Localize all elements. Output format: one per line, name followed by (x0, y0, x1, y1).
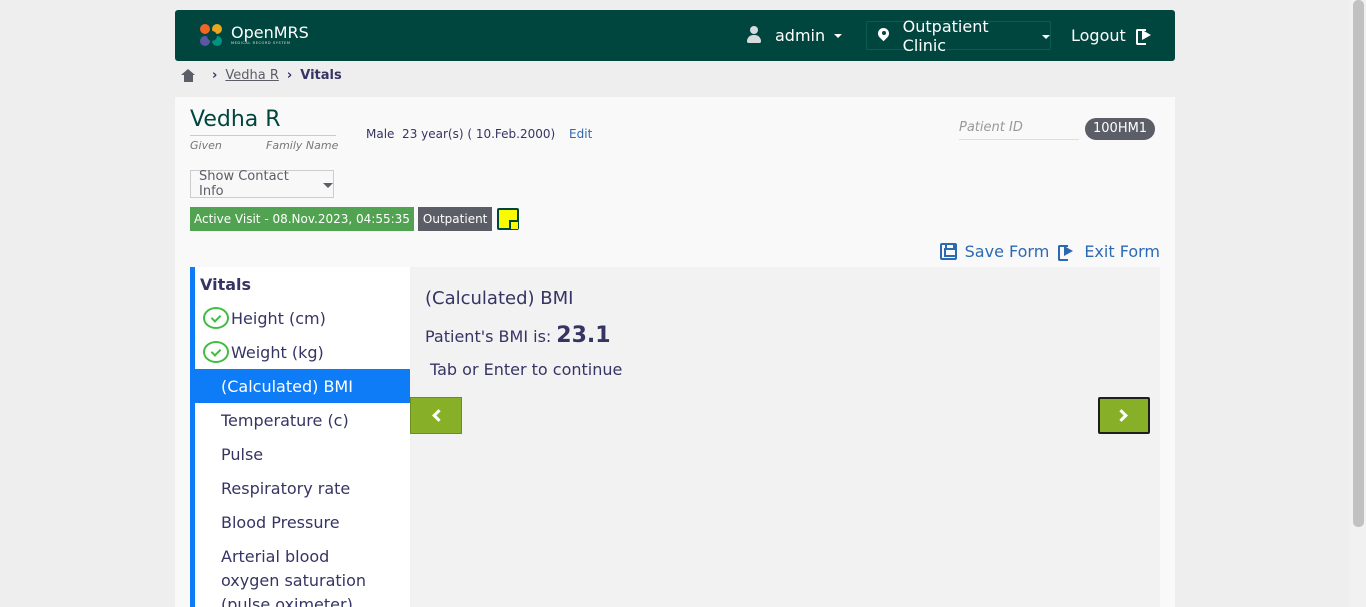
sidebar-item-label: Respiratory rate (221, 478, 351, 498)
active-visit-badge[interactable]: Active Visit - 08.Nov.2023, 04:55:35 (190, 207, 414, 231)
bmi-value: 23.1 (556, 323, 611, 348)
question-title: (Calculated) BMI (425, 288, 574, 309)
sticky-note-icon[interactable] (497, 208, 520, 230)
home-icon[interactable] (181, 68, 196, 82)
save-form-label: Save Form (964, 242, 1050, 261)
chevron-down-icon (1042, 34, 1050, 39)
visit-badges: Active Visit - 08.Nov.2023, 04:55:35 Out… (190, 207, 520, 231)
sidebar-item-label: Blood Pressure (221, 512, 340, 532)
chevron-right-icon (1115, 409, 1128, 422)
sidebar-item-oxygen-saturation[interactable]: Arterial blood oxygen saturation (pulse … (195, 543, 410, 607)
name-divider (190, 135, 336, 136)
exit-form-label: Exit Form (1084, 242, 1160, 261)
form-actions: Save Form Exit Form (931, 242, 1160, 261)
check-circle-icon (203, 307, 229, 329)
openmrs-logo-icon (200, 23, 224, 48)
sidebar-item-blood-pressure[interactable]: Blood Pressure (195, 505, 410, 539)
patient-demographics: Male 23 year(s) ( 10.Feb.2000) Edit (366, 127, 592, 141)
breadcrumb-patient-link[interactable]: Vedha R (225, 68, 279, 83)
form-sidebar: Vitals Height (cm) Weight (kg) (Calculat… (190, 267, 410, 607)
sidebar-title: Vitals (200, 275, 252, 294)
show-contact-info-button[interactable]: Show Contact Info (190, 169, 334, 199)
form-area: Save Form Exit Form Vitals Height (cm) W… (175, 237, 1175, 607)
edit-demographics-link[interactable]: Edit (569, 127, 592, 141)
chevron-down-icon (834, 34, 843, 38)
logo-text: OpenMRS MEDICAL RECORD SYSTEM (231, 23, 309, 46)
sidebar-item-weight[interactable]: Weight (kg) (195, 335, 410, 369)
user-icon (746, 26, 762, 44)
bmi-label: Patient's BMI is: (425, 327, 552, 346)
question-panel: (Calculated) BMI Patient's BMI is: 23.1 … (410, 267, 1160, 607)
sidebar-item-label: Height (cm) (231, 308, 326, 328)
app-header: OpenMRS MEDICAL RECORD SYSTEM admin Outp… (175, 10, 1175, 61)
map-marker-icon (878, 28, 889, 43)
sidebar-item-temperature[interactable]: Temperature (c) (195, 403, 410, 437)
user-name: admin (775, 25, 826, 45)
demographics-text: Male 23 year(s) ( 10.Feb.2000) (366, 127, 556, 141)
save-form-button[interactable]: Save Form (939, 242, 1050, 261)
caret-down-icon (323, 182, 333, 188)
logout-label: Logout (1071, 25, 1126, 45)
sidebar-item-pulse[interactable]: Pulse (195, 437, 410, 471)
sidebar-item-label: (Calculated) BMI (221, 376, 353, 396)
save-icon (939, 243, 957, 260)
previous-button[interactable] (410, 397, 462, 434)
location-selector[interactable]: Outpatient Clinic (866, 17, 1051, 55)
sidebar-item-bmi[interactable]: (Calculated) BMI (195, 369, 410, 403)
patient-id-label: Patient ID (959, 120, 1079, 140)
page-scrollbar[interactable] (1350, 0, 1366, 607)
family-name-label: Family Name (266, 139, 339, 152)
breadcrumb-current: Vitals (300, 67, 342, 83)
location-name: Outpatient Clinic (902, 16, 989, 55)
sign-out-icon (1135, 28, 1153, 45)
patient-id-badge: 100HM1 (1085, 118, 1156, 140)
scrollbar-thumb[interactable] (1353, 0, 1364, 527)
contact-button-label: Show Contact Info (199, 169, 289, 199)
chevron-left-icon (432, 409, 445, 422)
sidebar-item-label: Weight (kg) (231, 342, 324, 362)
sidebar-item-label: Arterial blood oxygen saturation (pulse … (221, 547, 367, 607)
next-button[interactable] (1098, 397, 1150, 434)
check-circle-icon (203, 341, 229, 363)
breadcrumb-separator: › (286, 67, 293, 83)
given-name-label: Given (190, 139, 222, 152)
sidebar-item-label: Pulse (221, 444, 264, 464)
logout-link[interactable]: Logout (1071, 24, 1153, 46)
visit-type-badge: Outpatient (417, 207, 493, 231)
sign-out-icon (1058, 244, 1075, 261)
sidebar-item-label: Temperature (c) (221, 410, 349, 430)
breadcrumb-separator: › (212, 67, 218, 83)
openmrs-logo[interactable]: OpenMRS MEDICAL RECORD SYSTEM (200, 22, 309, 49)
continue-hint: Tab or Enter to continue (430, 360, 623, 379)
sidebar-item-respiratory-rate[interactable]: Respiratory rate (195, 471, 410, 505)
patient-header: Vedha R Given Family Name Male 23 year(s… (175, 97, 1175, 237)
breadcrumb: › Vedha R › Vitals (181, 66, 342, 84)
bmi-result: Patient's BMI is: 23.1 (425, 323, 611, 348)
sidebar-item-height[interactable]: Height (cm) (195, 301, 410, 335)
patient-name: Vedha R (190, 107, 281, 132)
exit-form-button[interactable]: Exit Form (1058, 242, 1160, 261)
user-menu[interactable]: admin (746, 22, 843, 48)
